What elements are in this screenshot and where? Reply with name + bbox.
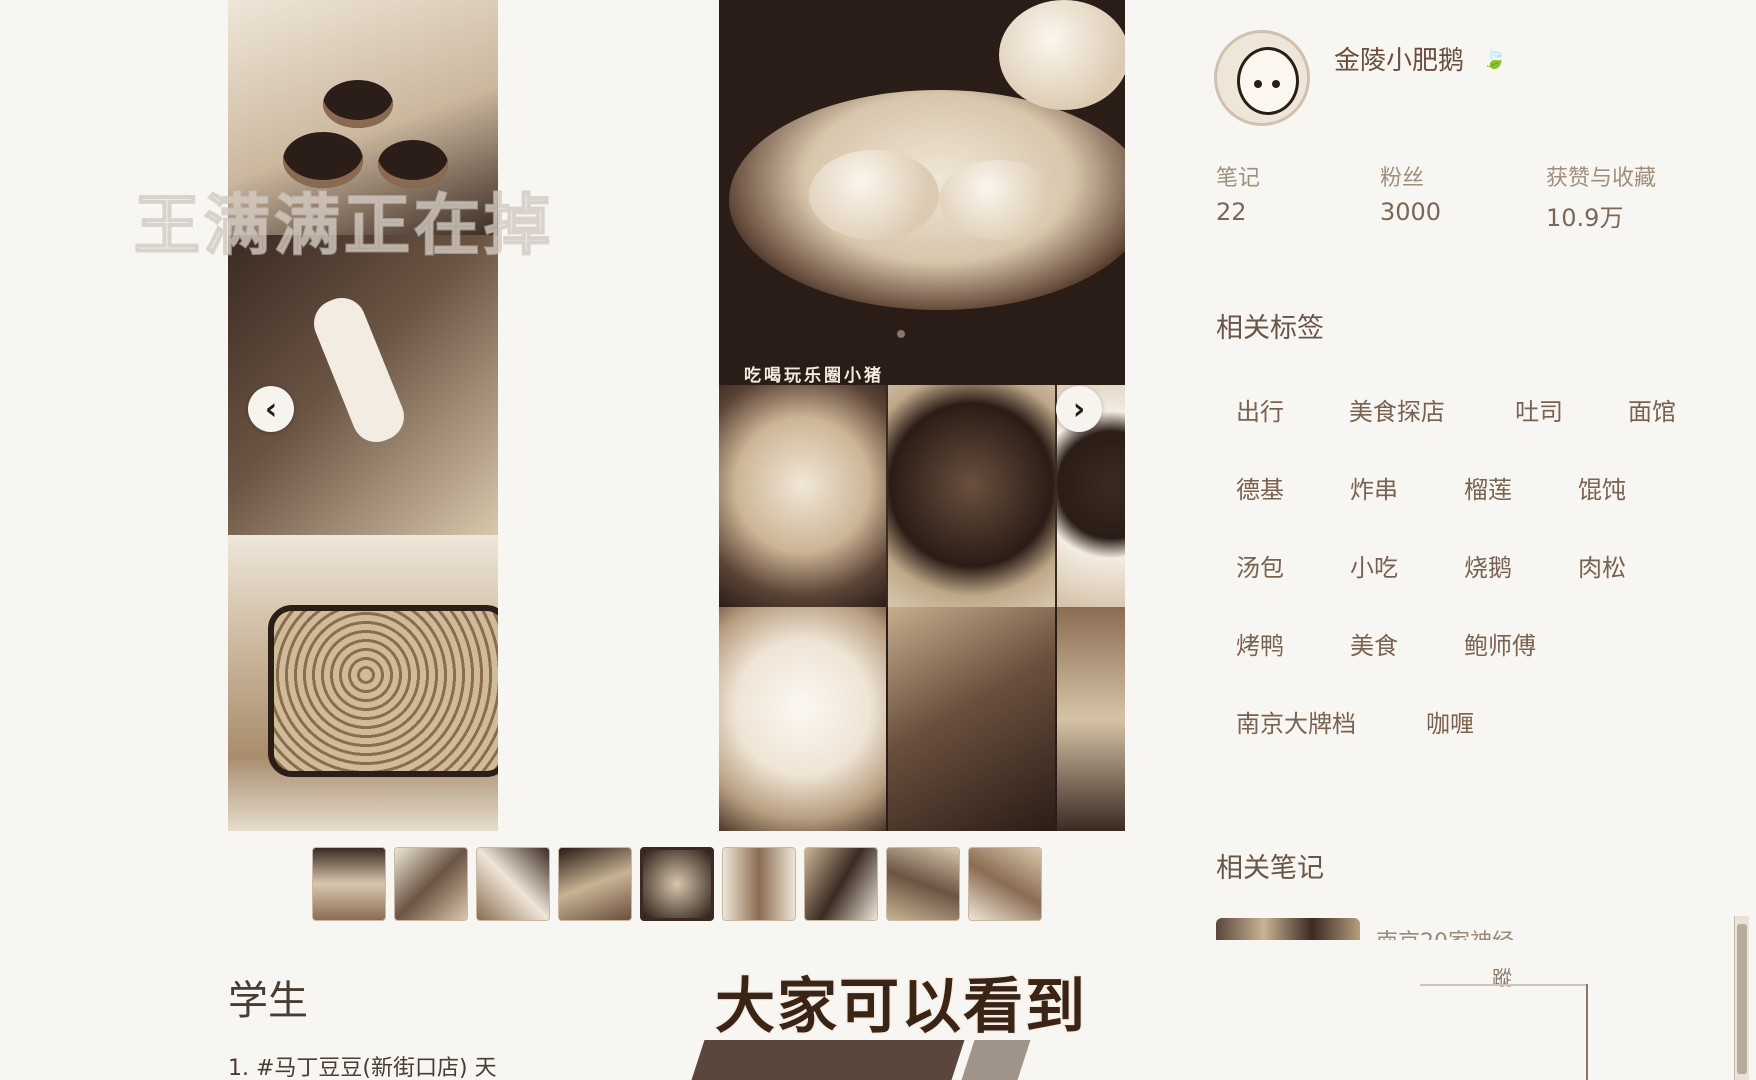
video-subtitle: 大家可以看到 xyxy=(714,971,1087,1044)
tooltip-fragment: 蹤 xyxy=(1492,966,1512,990)
tag-chip[interactable]: 馄饨 xyxy=(1578,470,1626,505)
panel-cutoff xyxy=(1200,940,1700,1080)
stat-followers: 粉丝 3000 xyxy=(1380,160,1441,226)
tag-chip[interactable]: 咖喱 xyxy=(1426,704,1474,739)
photo-soup-bun xyxy=(719,385,886,607)
tag-chip[interactable]: 鲍师傅 xyxy=(1464,626,1536,661)
photo-caption: 吃喝玩乐圈小猪 xyxy=(744,366,884,386)
thumbnail-strip xyxy=(312,847,1042,921)
thumbnail[interactable] xyxy=(722,847,796,921)
tag-row: 南京大牌档 咖喱 xyxy=(1236,704,1716,782)
carousel-dot xyxy=(897,330,905,338)
dumpling xyxy=(999,0,1125,110)
stat-value: 10.9万 xyxy=(1546,204,1624,232)
tag-chip[interactable]: 美食探店 xyxy=(1349,392,1475,427)
tag-row: 出行 美食探店 吐司 面馆 xyxy=(1236,392,1716,470)
dumpling xyxy=(809,150,939,240)
thumbnail[interactable] xyxy=(886,847,960,921)
chevron-right-icon: › xyxy=(1072,391,1086,427)
post-body-line: 1. #马丁豆豆(新街口店) 天 xyxy=(228,1056,497,1080)
tag-chip[interactable]: 吐司 xyxy=(1515,392,1588,427)
photo-braised-dish xyxy=(888,385,1055,607)
note-detail-page: 吃喝玩乐圈小猪 王满满正在掉 ‹ › 学生 1. #马丁豆豆(新街口店) 天 大… xyxy=(0,0,1756,1080)
sauce-bowl xyxy=(323,80,393,128)
tag-row: 德基 炸串 榴莲 馄饨 xyxy=(1236,470,1716,548)
subtitle-decoration xyxy=(691,1040,965,1080)
thumbnail[interactable] xyxy=(804,847,878,921)
carousel-prev-button[interactable]: ‹ xyxy=(248,386,294,432)
photo-rice-cake xyxy=(719,607,886,831)
tag-chip[interactable]: 烤鸭 xyxy=(1236,626,1310,661)
stat-label: 粉丝 xyxy=(1380,166,1425,191)
related-tags-title: 相关标签 xyxy=(1216,313,1324,344)
thumbnail[interactable] xyxy=(476,847,550,921)
tag-chip[interactable]: 肉松 xyxy=(1578,548,1626,583)
scrollbar-thumb[interactable] xyxy=(1737,924,1747,1074)
photo-side-dish xyxy=(1057,607,1125,831)
stat-value: 22 xyxy=(1216,198,1247,226)
subtitle-decoration xyxy=(961,1040,1031,1080)
thumbnail-active[interactable] xyxy=(640,847,714,921)
tag-chip[interactable]: 南京大牌档 xyxy=(1236,704,1386,739)
food-tray xyxy=(268,605,498,777)
leaf-icon: 🍃 xyxy=(1482,46,1507,70)
avatar[interactable] xyxy=(1214,30,1310,126)
divider xyxy=(1420,984,1588,986)
thumbnail[interactable] xyxy=(968,847,1042,921)
tag-chip[interactable]: 榴莲 xyxy=(1464,470,1538,505)
food-item xyxy=(306,290,412,450)
author-name[interactable]: 金陵小肥鹅 xyxy=(1334,40,1464,77)
stat-label: 获赞与收藏 xyxy=(1546,166,1657,191)
tag-chip[interactable]: 炸串 xyxy=(1350,470,1424,505)
thumbnail[interactable] xyxy=(394,847,468,921)
stat-likes: 获赞与收藏 10.9万 xyxy=(1546,160,1656,233)
photo-collage-row xyxy=(719,607,1125,831)
tag-list: 出行 美食探店 吐司 面馆 德基 炸串 榴莲 馄饨 汤包 小吃 烧鹅 肉松 烤鸭… xyxy=(1236,392,1716,782)
scrollbar[interactable] xyxy=(1734,916,1749,1080)
tag-chip[interactable]: 小吃 xyxy=(1350,548,1424,583)
thumbnail[interactable] xyxy=(558,847,632,921)
stat-notes: 笔记 22 xyxy=(1216,160,1260,226)
related-note-thumbnail[interactable] xyxy=(1216,918,1360,940)
stat-value: 3000 xyxy=(1380,198,1442,226)
photo-dumplings: 吃喝玩乐圈小猪 xyxy=(719,0,1125,386)
divider xyxy=(1586,984,1588,1080)
avatar-eye xyxy=(1254,80,1262,88)
carousel-next-button[interactable]: › xyxy=(1056,386,1102,432)
tag-row: 汤包 小吃 烧鹅 肉松 xyxy=(1236,548,1716,626)
tag-chip[interactable]: 面馆 xyxy=(1628,392,1676,427)
photo-skewer xyxy=(228,235,498,535)
tag-chip[interactable]: 烧鹅 xyxy=(1464,548,1538,583)
chevron-left-icon: ‹ xyxy=(264,391,278,427)
avatar-eye xyxy=(1272,80,1280,88)
dumpling xyxy=(939,160,1059,240)
avatar-face xyxy=(1237,47,1299,115)
tag-chip[interactable]: 德基 xyxy=(1236,470,1310,505)
photo-roast-meat xyxy=(888,607,1055,831)
stat-label: 笔记 xyxy=(1216,166,1261,191)
photo-fried-dish xyxy=(228,535,498,831)
tag-chip[interactable]: 汤包 xyxy=(1236,548,1310,583)
related-notes-title: 相关笔记 xyxy=(1216,853,1324,884)
tag-chip[interactable]: 美食 xyxy=(1350,626,1424,661)
watermark: 王满满正在掉 xyxy=(133,186,554,265)
tag-row: 烤鸭 美食 鲍师傅 xyxy=(1236,626,1716,704)
tag-chip[interactable]: 出行 xyxy=(1236,392,1309,427)
post-title: 学生 xyxy=(228,978,308,1024)
thumbnail[interactable] xyxy=(312,847,386,921)
